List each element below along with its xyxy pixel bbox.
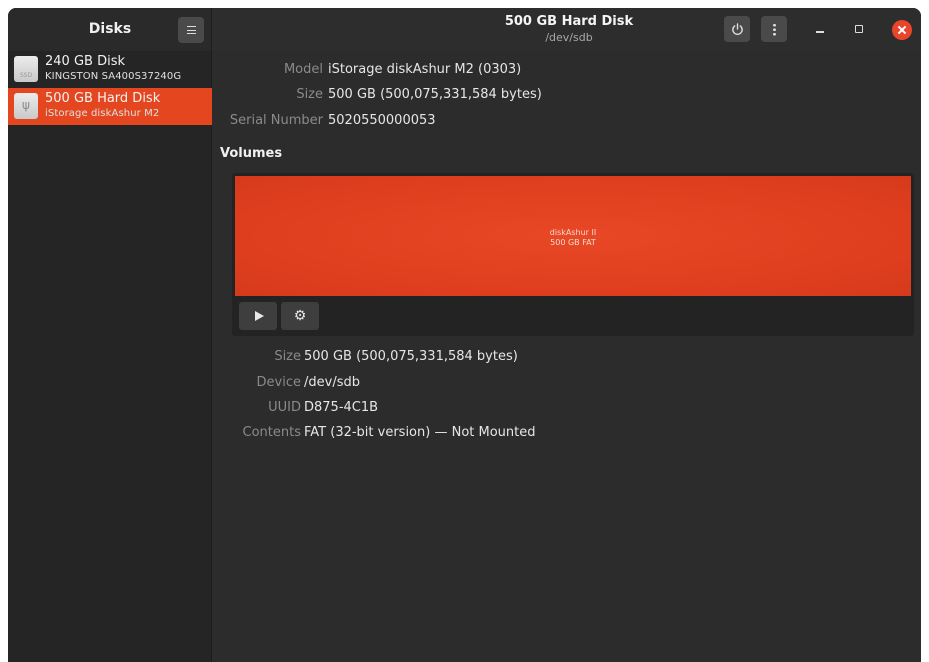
contents-label: Contents (242, 425, 301, 440)
volumes-heading: Volumes (220, 146, 283, 161)
model-label: Model (283, 62, 323, 77)
power-icon (731, 22, 743, 35)
uuid-value: D875-4C1B (304, 400, 379, 415)
usb-drive-icon: ψ (14, 93, 38, 119)
uuid-label: UUID (268, 400, 301, 415)
serial-number-label: Serial Number (229, 113, 323, 128)
mount-button[interactable] (239, 302, 277, 330)
disk-item-240gb[interactable]: SSD 240 GB Disk KINGSTON SA400S37240G (8, 51, 212, 88)
partition-block[interactable]: diskAshur II 500 GB FAT (235, 176, 911, 296)
disk-item-500gb[interactable]: ψ 500 GB Hard Disk iStorage diskAshur M2 (8, 88, 212, 125)
sidebar-header: Disks (8, 8, 212, 51)
volume-map: diskAshur II 500 GB FAT ⚙ (232, 173, 914, 336)
kebab-menu-icon (772, 22, 776, 36)
drive-options-button[interactable] (761, 16, 787, 42)
disk-name: 240 GB Disk (45, 54, 125, 69)
size-value: 500 GB (500,075,331,584 bytes) (328, 87, 542, 102)
device-value: /dev/sdb (304, 375, 360, 390)
model-value: iStorage diskAshur M2 (0303) (328, 62, 522, 77)
app-menu-button[interactable] (178, 17, 204, 43)
device-label: Device (256, 375, 301, 390)
drive-details: Model iStorage diskAshur M2 (0303) Size … (212, 51, 921, 662)
disk-model: iStorage diskAshur M2 (45, 108, 160, 119)
menu-icon (186, 26, 196, 34)
header-bar: Disks 500 GB Hard Disk /dev/sdb (8, 8, 921, 51)
volume-size-value: 500 GB (500,075,331,584 bytes) (304, 349, 518, 364)
partition-options-button[interactable]: ⚙ (281, 302, 319, 330)
partition-label: diskAshur II 500 GB FAT (549, 228, 597, 247)
power-off-button[interactable] (724, 16, 750, 42)
disks-window: Disks 500 GB Hard Disk /dev/sdb SSD 240 … (8, 8, 921, 662)
maximize-button[interactable] (851, 21, 867, 37)
gears-icon: ⚙ (293, 308, 307, 324)
serial-number-value: 5020550000053 (328, 113, 436, 128)
size-label: Size (296, 87, 323, 102)
disk-model: KINGSTON SA400S37240G (45, 71, 182, 82)
play-icon (254, 311, 264, 321)
disk-name: 500 GB Hard Disk (45, 91, 161, 106)
volume-toolbar: ⚙ (235, 300, 911, 333)
volume-size-label: Size (274, 349, 301, 364)
window-title: 500 GB Hard Disk (504, 14, 634, 29)
close-button[interactable] (892, 20, 912, 40)
ssd-disk-icon: SSD (14, 56, 38, 82)
window-subtitle: /dev/sdb (545, 31, 593, 44)
disk-list-sidebar: SSD 240 GB Disk KINGSTON SA400S37240G ψ … (8, 51, 212, 662)
minimize-button[interactable] (812, 21, 828, 37)
contents-value: FAT (32-bit version) — Not Mounted (304, 425, 536, 440)
